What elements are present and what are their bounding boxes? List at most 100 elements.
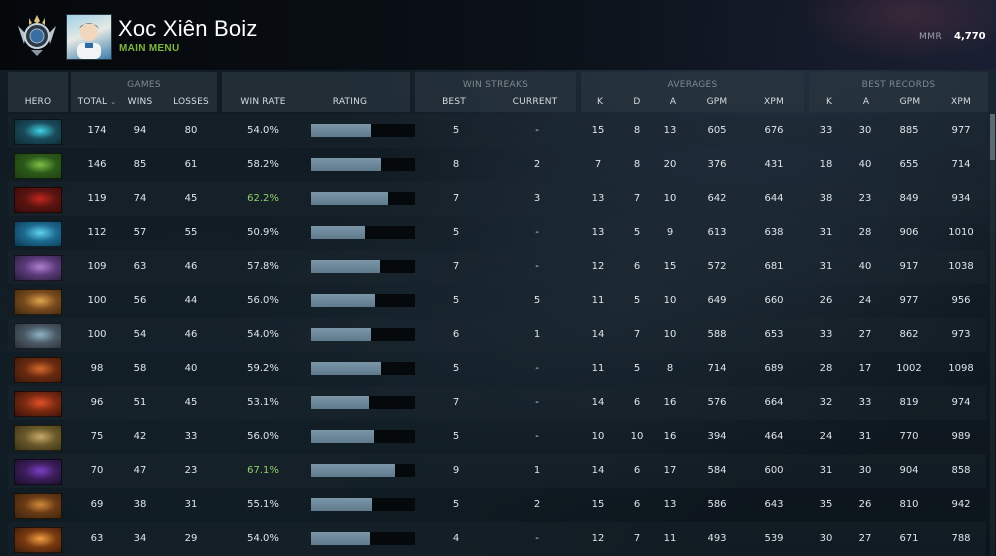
table-row[interactable]: 100 54 46 54.0% 6 1 14 7 10 588 653 33 27 862 973	[8, 318, 986, 352]
table-row[interactable]: 69 38 31 55.1% 5 2 15 6 13 586 643 35 26 810 942	[8, 488, 986, 522]
cell-wins: 94	[133, 125, 147, 136]
hero-portrait-horned-brute[interactable]	[14, 357, 62, 383]
cell-record-xpm: 942	[951, 499, 971, 510]
cell-avg-xpm: 653	[764, 329, 784, 340]
column-header-record-assists[interactable]: A	[856, 97, 876, 107]
hero-portrait-purple-rogue[interactable]	[14, 255, 62, 281]
cell-wins: 34	[133, 533, 147, 544]
cell-avg-deaths: 7	[633, 329, 641, 340]
mmr-value: 4,770	[954, 31, 986, 42]
rating-bar-fill	[311, 430, 375, 443]
rating-bar	[311, 260, 415, 273]
column-header-record-xpm[interactable]: XPM	[944, 97, 978, 107]
column-header-wins[interactable]: WINS	[121, 97, 159, 107]
cell-losses: 31	[184, 499, 198, 510]
column-header-avg-deaths[interactable]: D	[627, 97, 647, 107]
cell-avg-assists: 10	[663, 295, 677, 306]
avatar[interactable]	[66, 14, 112, 60]
table-row[interactable]: 63 34 29 54.0% 4 - 12 7 11 493 539 30 27 671 788	[8, 522, 986, 556]
cell-record-xpm: 858	[951, 465, 971, 476]
cell-wins: 58	[133, 363, 147, 374]
cell-wins: 54	[133, 329, 147, 340]
column-header-record-gpm[interactable]: GPM	[893, 97, 927, 107]
column-header-current-streak[interactable]: CURRENT	[505, 97, 565, 107]
column-header-total[interactable]: TOTAL ⌄	[72, 97, 122, 107]
cell-avg-deaths: 6	[633, 261, 641, 272]
column-header-losses[interactable]: LOSSES	[168, 97, 214, 107]
rating-bar	[311, 328, 415, 341]
cell-avg-deaths: 5	[633, 227, 641, 238]
averages-group-label: AVERAGES	[667, 80, 718, 90]
table-row[interactable]: 174 94 80 54.0% 5 - 15 8 13 605 676 33 30 885 977	[8, 114, 986, 148]
rating-bar-fill	[311, 226, 366, 239]
table-row[interactable]: 119 74 45 62.2% 7 3 13 7 10 642 644 38 23 849 934	[8, 182, 986, 216]
table-row[interactable]: 98 58 40 59.2% 5-11 5 8 714 689 28 17 1002 1098	[8, 352, 986, 386]
cell-best-streak: 7	[452, 193, 460, 204]
column-header-hero[interactable]: HERO	[8, 97, 68, 107]
column-header-avg-assists[interactable]: A	[663, 97, 683, 107]
cell-record-kills: 31	[819, 465, 833, 476]
hero-portrait-void-beast[interactable]	[14, 459, 62, 485]
column-header-win-rate[interactable]: WIN RATE	[233, 97, 293, 107]
table-row[interactable]: 70 47 23 67.1% 9 1 14 6 17 584 600 31 30 904 858	[8, 454, 986, 488]
hero-portrait-cyan-skull[interactable]	[14, 119, 62, 145]
rating-bar	[311, 430, 415, 443]
cell-record-kills: 26	[819, 295, 833, 306]
table-row[interactable]: 112 57 55 50.9% 5 - 13 5 9 613 638 31 28 906 1010	[8, 216, 986, 250]
hero-portrait-red-demon[interactable]	[14, 187, 62, 213]
cell-losses: 29	[184, 533, 198, 544]
cell-total: 146	[87, 159, 107, 170]
hero-portrait-armored-knight[interactable]	[14, 323, 62, 349]
hero-stats-table: 174 94 80 54.0% 5-15 8 13 605 676 33 30 885 977 146 85…	[8, 114, 986, 556]
rating-bar-fill	[311, 498, 373, 511]
cell-avg-assists: 20	[663, 159, 677, 170]
best-records-group-label: BEST RECORDS	[861, 80, 936, 90]
table-row[interactable]: 146 85 61 58.2% 8 2 7 8 20 376 431 18 40 655 714	[8, 148, 986, 182]
rating-bar-fill	[311, 328, 372, 341]
column-header-avg-xpm[interactable]: XPM	[757, 97, 791, 107]
hero-portrait-tusked-warrior[interactable]	[14, 493, 62, 519]
table-row[interactable]: 75 42 33 56.0% 5 - 10 10 16 394 464 24 31 770 989	[8, 420, 986, 454]
column-header-record-kills[interactable]: K	[819, 97, 839, 107]
cell-record-assists: 27	[858, 329, 872, 340]
cell-avg-gpm: 572	[707, 261, 727, 272]
cell-total: 109	[87, 261, 107, 272]
hero-portrait-green-lizard[interactable]	[14, 153, 62, 179]
hero-portrait-blue-wave[interactable]	[14, 221, 62, 247]
cell-record-gpm: 655	[899, 159, 919, 170]
cell-win-rate: 62.2%	[247, 193, 279, 204]
column-header-avg-gpm[interactable]: GPM	[700, 97, 734, 107]
scrollbar-thumb[interactable]	[990, 114, 995, 160]
cell-best-streak: 7	[452, 397, 460, 408]
cell-record-gpm: 906	[899, 227, 919, 238]
cell-avg-xpm: 689	[764, 363, 784, 374]
cell-current-streak: -	[535, 227, 539, 238]
games-group-label: GAMES	[127, 80, 161, 90]
cell-record-assists: 33	[858, 397, 872, 408]
hero-portrait-fire-spirit[interactable]	[14, 391, 62, 417]
cell-avg-deaths: 6	[633, 397, 641, 408]
cell-avg-deaths: 5	[633, 295, 641, 306]
table-row[interactable]: 96 51 45 53.1% 7 - 14 6 16 576 664 32 33 819 974	[8, 386, 986, 420]
cell-losses: 23	[184, 465, 198, 476]
main-menu-link[interactable]: MAIN MENU	[119, 43, 179, 54]
cell-win-rate: 59.2%	[247, 363, 279, 374]
hero-portrait-flame-lady[interactable]	[14, 527, 62, 553]
column-header-rating[interactable]: RATING	[320, 97, 380, 107]
scrollbar[interactable]	[990, 114, 995, 556]
hero-portrait-gold-warrior[interactable]	[14, 289, 62, 315]
cell-record-gpm: 810	[899, 499, 919, 510]
cell-avg-kills: 11	[591, 295, 605, 306]
cell-record-assists: 23	[858, 193, 872, 204]
hero-portrait-ogre[interactable]	[14, 425, 62, 451]
column-header-avg-kills[interactable]: K	[590, 97, 610, 107]
cell-total: 69	[90, 499, 104, 510]
cell-win-rate: 56.0%	[247, 295, 279, 306]
cell-avg-deaths: 7	[633, 193, 641, 204]
table-row[interactable]: 109 63 46 57.8% 7 - 12 6 15 572 681 31 40 917 1038	[8, 250, 986, 284]
cell-record-gpm: 819	[899, 397, 919, 408]
cell-avg-xpm: 676	[764, 125, 784, 136]
table-row[interactable]: 100 56 44 56.0% 5 5 11 5 10 649 660 26 24 977 956	[8, 284, 986, 318]
column-header-best-streak[interactable]: BEST	[434, 97, 474, 107]
rating-bar	[311, 396, 415, 409]
